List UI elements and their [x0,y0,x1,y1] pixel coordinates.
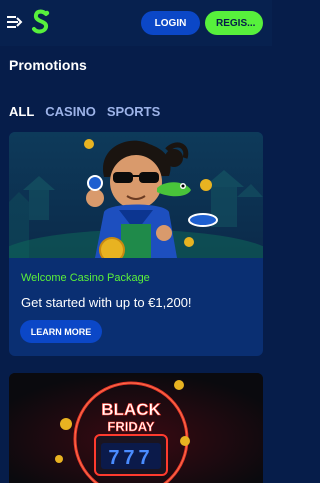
slot-reels: 777 [108,447,153,469]
promotion-title: Get started with up to €1,200! [21,295,192,310]
brand-s-logo-icon[interactable] [31,9,51,35]
login-button[interactable]: LOGIN [141,11,200,35]
learn-more-button[interactable]: LEARN MORE [20,320,102,343]
tab-casino[interactable]: CASINO [45,104,96,119]
promotion-card-black-friday: BLACK FRIDAY 777 [9,373,263,483]
top-header: LOGIN REGIS... [0,0,272,46]
promotion-subtitle: Welcome Casino Package [21,272,150,284]
tab-all[interactable]: ALL [9,104,34,119]
black-friday-banner: BLACK FRIDAY 777 [9,373,263,483]
banner-line2: FRIDAY [107,419,155,434]
register-button[interactable]: REGIS... [205,11,263,35]
promotion-tabs: ALL CASINO SPORTS [9,104,160,119]
promotion-card-welcome: Welcome Casino Package Get started with … [9,132,263,356]
menu-arrow-icon[interactable] [7,15,23,29]
tab-sports[interactable]: SPORTS [107,104,160,119]
promo-illustration [9,132,263,258]
banner-line1: BLACK [101,400,161,419]
page-title: Promotions [9,57,87,73]
